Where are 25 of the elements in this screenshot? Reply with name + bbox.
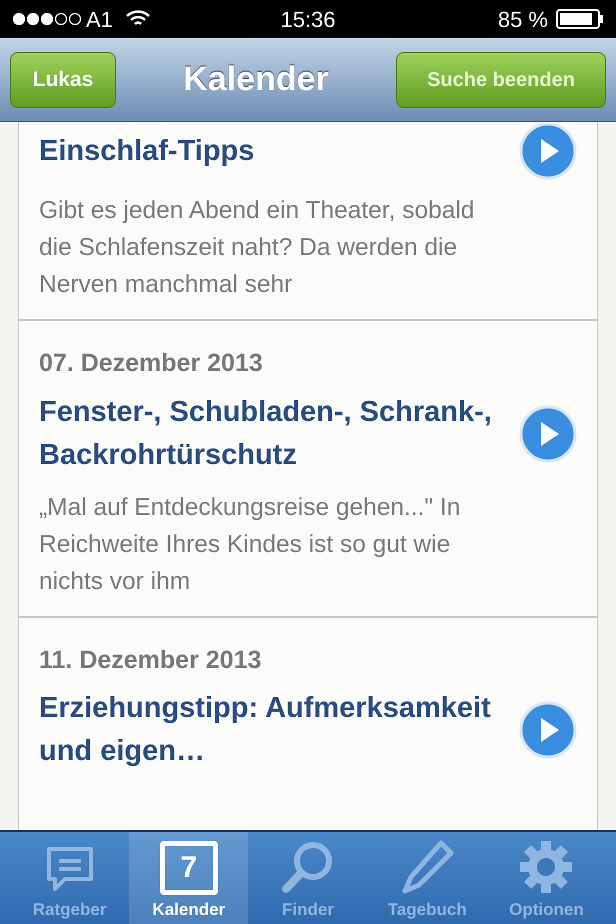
entry-date: 11. Dezember 2013 <box>39 644 262 676</box>
play-button[interactable] <box>519 122 577 180</box>
lukas-button[interactable]: Lukas <box>10 52 116 108</box>
tab[interactable]: Ratgeber <box>10 832 130 924</box>
entry-date: 07. Dezember 2013 <box>39 348 264 379</box>
signal-icon <box>12 12 82 26</box>
entry-description: „Mal auf Entdeckungsreise gehen..." In Reichweite Ihres Kindes ist so gut wie nichts vor ihm <box>39 492 462 596</box>
battery-percent: 85 % <box>498 6 548 34</box>
tab[interactable]: Optionen <box>486 832 606 924</box>
tab[interactable]: Finder <box>248 832 368 924</box>
battery-icon <box>556 9 604 29</box>
entry-description: Gibt es jeden Abend ein Theater, sobald die Schlafenszeit naht? Da werden die Nerven manchmal sehr <box>39 196 476 300</box>
settings-icon <box>518 838 574 894</box>
clock-time: 15:36 <box>279 6 337 34</box>
page-title: Kalender <box>182 59 330 100</box>
carrier-name: A1 <box>86 6 113 34</box>
entry-title[interactable]: Fenster-, Schubladen-, Schrank-, Backrohrtürschutz <box>39 390 494 476</box>
play-button[interactable] <box>519 404 577 462</box>
entry-title[interactable]: Einschlaf-Tipps <box>39 130 494 172</box>
end-search-button[interactable]: Suche beenden <box>396 52 606 108</box>
tab[interactable]: Tagebuch <box>368 832 487 924</box>
calendar-icon: 7 <box>160 840 218 894</box>
play-button[interactable] <box>519 701 577 759</box>
entry-title[interactable]: Erziehungstipp: Aufmerksamkeit und eigen… <box>39 687 494 773</box>
tab[interactable]: 7 Kalender <box>129 832 248 924</box>
